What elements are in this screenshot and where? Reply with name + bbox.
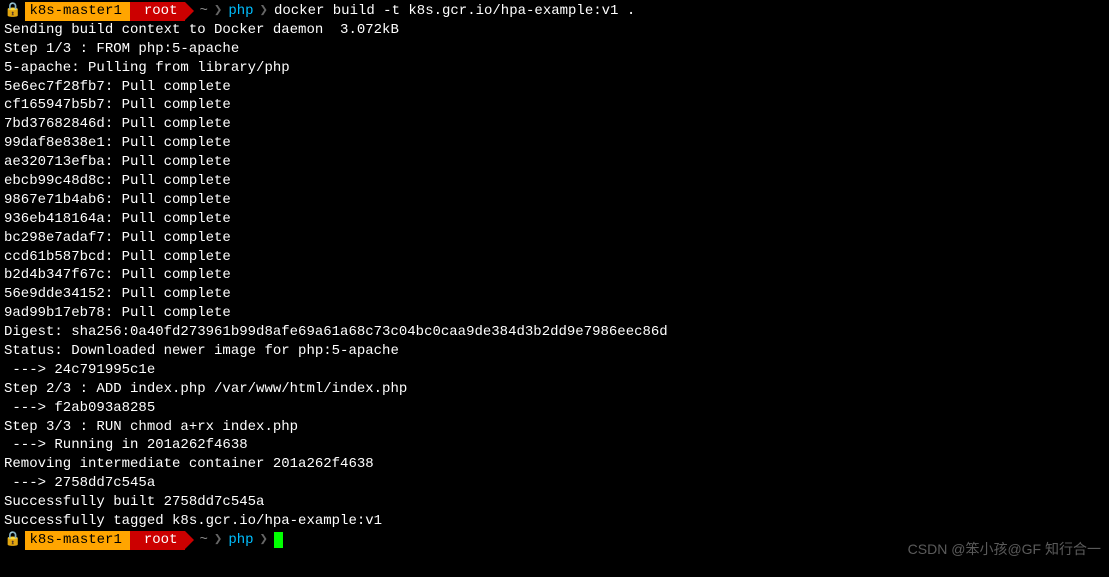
chevron-right-icon: ❯ [214, 2, 222, 21]
output-line: Step 2/3 : ADD index.php /var/www/html/i… [4, 380, 1105, 399]
output-line: 9ad99b17eb78: Pull complete [4, 304, 1105, 323]
user-segment: root [130, 531, 186, 550]
output-line: cf165947b5b7: Pull complete [4, 96, 1105, 115]
output-line: ebcb99c48d8c: Pull complete [4, 172, 1105, 191]
output-line: Sending build context to Docker daemon 3… [4, 21, 1105, 40]
dir-segment: php [224, 531, 257, 550]
dir-segment: php [224, 2, 257, 21]
output-line: Successfully built 2758dd7c545a [4, 493, 1105, 512]
output-line: ccd61b587bcd: Pull complete [4, 248, 1105, 267]
output-line: 7bd37682846d: Pull complete [4, 115, 1105, 134]
output-line: ---> f2ab093a8285 [4, 399, 1105, 418]
output-line: Step 3/3 : RUN chmod a+rx index.php [4, 418, 1105, 437]
watermark-text: CSDN @笨小孩@GF 知行合一 [908, 540, 1101, 559]
output-line: 5-apache: Pulling from library/php [4, 59, 1105, 78]
output-line: ---> Running in 201a262f4638 [4, 436, 1105, 455]
host-segment: k8s-master1 [25, 2, 129, 21]
output-line: Removing intermediate container 201a262f… [4, 455, 1105, 474]
prompt-line-1: 🔒 k8s-master1 root ~ ❯ php ❯ docker buil… [4, 2, 1105, 21]
output-line: Digest: sha256:0a40fd273961b99d8afe69a61… [4, 323, 1105, 342]
chevron-right-icon: ❯ [214, 531, 222, 550]
terminal-window[interactable]: 🔒 k8s-master1 root ~ ❯ php ❯ docker buil… [0, 0, 1109, 552]
output-line: 5e6ec7f28fb7: Pull complete [4, 78, 1105, 97]
chevron-right-icon: ❯ [260, 2, 268, 21]
lock-icon: 🔒 [4, 2, 21, 21]
output-line: Successfully tagged k8s.gcr.io/hpa-examp… [4, 512, 1105, 531]
output-line: 56e9dde34152: Pull complete [4, 285, 1105, 304]
output-line: 9867e71b4ab6: Pull complete [4, 191, 1105, 210]
output-line: bc298e7adaf7: Pull complete [4, 229, 1105, 248]
output-line: 936eb418164a: Pull complete [4, 210, 1105, 229]
user-segment: root [130, 2, 186, 21]
output-line: ---> 24c791995c1e [4, 361, 1105, 380]
output-line: b2d4b347f67c: Pull complete [4, 266, 1105, 285]
output-line: ---> 2758dd7c545a [4, 474, 1105, 493]
output-line: Status: Downloaded newer image for php:5… [4, 342, 1105, 361]
chevron-right-icon: ❯ [260, 531, 268, 550]
lock-icon: 🔒 [4, 531, 21, 550]
output-line: 99daf8e838e1: Pull complete [4, 134, 1105, 153]
output-line: Step 1/3 : FROM php:5-apache [4, 40, 1105, 59]
host-segment: k8s-master1 [25, 531, 129, 550]
command-text: docker build -t k8s.gcr.io/hpa-example:v… [274, 2, 635, 21]
cursor [274, 532, 283, 548]
output-line: ae320713efba: Pull complete [4, 153, 1105, 172]
